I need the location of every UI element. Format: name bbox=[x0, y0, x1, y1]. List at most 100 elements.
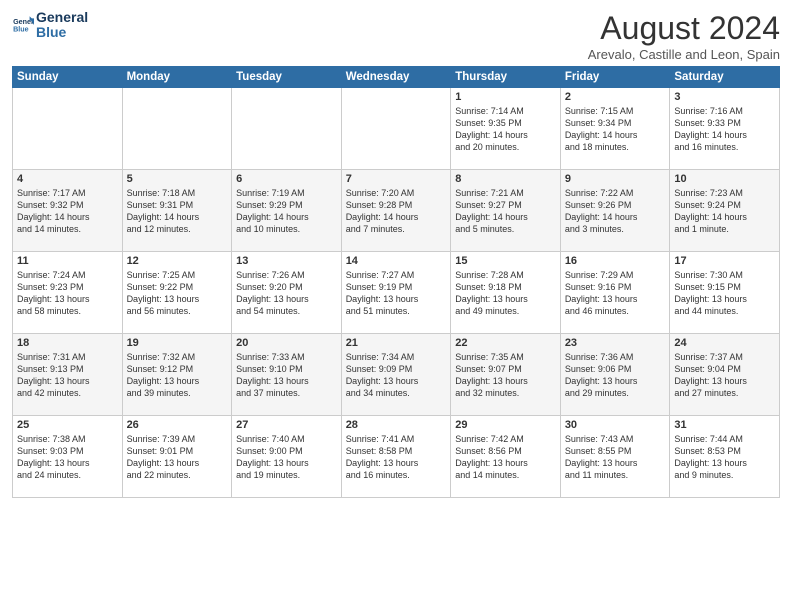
calendar-cell: 3Sunrise: 7:16 AM Sunset: 9:33 PM Daylig… bbox=[670, 88, 780, 170]
calendar-cell: 9Sunrise: 7:22 AM Sunset: 9:26 PM Daylig… bbox=[560, 170, 670, 252]
calendar-cell: 30 Sunrise: 7:43 AM Sunset: 8:55 PM Dayli… bbox=[560, 416, 670, 498]
day-info: Sunrise: 7:32 AM Sunset: 9:12 PM Dayligh… bbox=[127, 351, 228, 400]
logo-blue: Blue bbox=[36, 25, 88, 40]
day-info: Sunrise: 7:35 AM Sunset: 9:07 PM Dayligh… bbox=[455, 351, 556, 400]
calendar-cell: 18 Sunrise: 7:31 AM Sunset: 9:13 PM Dayli… bbox=[13, 334, 123, 416]
weekday-monday: Monday bbox=[122, 67, 232, 88]
day-number: 28 bbox=[346, 419, 447, 431]
calendar-cell: 24Sunrise: 7:37 AM Sunset: 9:04 PM Dayli… bbox=[670, 334, 780, 416]
calendar-cell: 31Sunrise: 7:44 AM Sunset: 8:53 PM Dayli… bbox=[670, 416, 780, 498]
header: General Blue General Blue August 2024 Ar… bbox=[12, 10, 780, 62]
day-number: 23 bbox=[565, 337, 666, 349]
day-info: Sunrise: 7:27 AM Sunset: 9:19 PM Dayligh… bbox=[346, 269, 447, 318]
calendar-cell: 10Sunrise: 7:23 AM Sunset: 9:24 PM Dayli… bbox=[670, 170, 780, 252]
weekday-sunday: Sunday bbox=[13, 67, 123, 88]
weekday-header-row: SundayMondayTuesdayWednesdayThursdayFrid… bbox=[13, 67, 780, 88]
title-area: August 2024 Arevalo, Castille and Leon, … bbox=[588, 10, 780, 62]
day-info: Sunrise: 7:23 AM Sunset: 9:24 PM Dayligh… bbox=[674, 187, 775, 236]
day-number: 11 bbox=[17, 255, 118, 267]
calendar-cell: 7 Sunrise: 7:20 AM Sunset: 9:28 PM Daylig… bbox=[341, 170, 451, 252]
day-info: Sunrise: 7:28 AM Sunset: 9:18 PM Dayligh… bbox=[455, 269, 556, 318]
calendar-cell: 25 Sunrise: 7:38 AM Sunset: 9:03 PM Dayli… bbox=[13, 416, 123, 498]
day-info: Sunrise: 7:39 AM Sunset: 9:01 PM Dayligh… bbox=[127, 433, 228, 482]
day-info: Sunrise: 7:14 AM Sunset: 9:35 PM Dayligh… bbox=[455, 105, 556, 154]
calendar-cell: 23 Sunrise: 7:36 AM Sunset: 9:06 PM Dayli… bbox=[560, 334, 670, 416]
logo-icon: General Blue bbox=[12, 14, 34, 36]
day-info: Sunrise: 7:15 AM Sunset: 9:34 PM Dayligh… bbox=[565, 105, 666, 154]
week-row-0: 1Sunrise: 7:14 AM Sunset: 9:35 PM Daylig… bbox=[13, 88, 780, 170]
calendar-cell bbox=[122, 88, 232, 170]
day-number: 17 bbox=[674, 255, 775, 267]
weekday-saturday: Saturday bbox=[670, 67, 780, 88]
calendar-cell: 11 Sunrise: 7:24 AM Sunset: 9:23 PM Dayli… bbox=[13, 252, 123, 334]
day-info: Sunrise: 7:26 AM Sunset: 9:20 PM Dayligh… bbox=[236, 269, 337, 318]
calendar-cell bbox=[13, 88, 123, 170]
calendar-body: 1Sunrise: 7:14 AM Sunset: 9:35 PM Daylig… bbox=[13, 88, 780, 498]
day-number: 15 bbox=[455, 255, 556, 267]
day-info: Sunrise: 7:21 AM Sunset: 9:27 PM Dayligh… bbox=[455, 187, 556, 236]
day-info: Sunrise: 7:20 AM Sunset: 9:28 PM Dayligh… bbox=[346, 187, 447, 236]
calendar-table: SundayMondayTuesdayWednesdayThursdayFrid… bbox=[12, 66, 780, 498]
day-number: 2 bbox=[565, 91, 666, 103]
day-info: Sunrise: 7:17 AM Sunset: 9:32 PM Dayligh… bbox=[17, 187, 118, 236]
day-number: 31 bbox=[674, 419, 775, 431]
weekday-thursday: Thursday bbox=[451, 67, 561, 88]
calendar-cell: 14 Sunrise: 7:27 AM Sunset: 9:19 PM Dayli… bbox=[341, 252, 451, 334]
day-number: 30 bbox=[565, 419, 666, 431]
day-info: Sunrise: 7:43 AM Sunset: 8:55 PM Dayligh… bbox=[565, 433, 666, 482]
calendar-cell: 4 Sunrise: 7:17 AM Sunset: 9:32 PM Daylig… bbox=[13, 170, 123, 252]
calendar-cell: 26 Sunrise: 7:39 AM Sunset: 9:01 PM Dayli… bbox=[122, 416, 232, 498]
calendar-cell: 21 Sunrise: 7:34 AM Sunset: 9:09 PM Dayli… bbox=[341, 334, 451, 416]
calendar-header: SundayMondayTuesdayWednesdayThursdayFrid… bbox=[13, 67, 780, 88]
day-info: Sunrise: 7:29 AM Sunset: 9:16 PM Dayligh… bbox=[565, 269, 666, 318]
calendar-cell: 16 Sunrise: 7:29 AM Sunset: 9:16 PM Dayli… bbox=[560, 252, 670, 334]
day-info: Sunrise: 7:38 AM Sunset: 9:03 PM Dayligh… bbox=[17, 433, 118, 482]
day-number: 7 bbox=[346, 173, 447, 185]
day-number: 3 bbox=[674, 91, 775, 103]
day-number: 19 bbox=[127, 337, 228, 349]
day-info: Sunrise: 7:19 AM Sunset: 9:29 PM Dayligh… bbox=[236, 187, 337, 236]
week-row-1: 4 Sunrise: 7:17 AM Sunset: 9:32 PM Daylig… bbox=[13, 170, 780, 252]
day-number: 21 bbox=[346, 337, 447, 349]
weekday-tuesday: Tuesday bbox=[232, 67, 342, 88]
day-number: 12 bbox=[127, 255, 228, 267]
day-info: Sunrise: 7:33 AM Sunset: 9:10 PM Dayligh… bbox=[236, 351, 337, 400]
calendar-cell: 28Sunrise: 7:41 AM Sunset: 8:58 PM Dayli… bbox=[341, 416, 451, 498]
calendar-cell: 15 Sunrise: 7:28 AM Sunset: 9:18 PM Dayli… bbox=[451, 252, 561, 334]
day-number: 4 bbox=[17, 173, 118, 185]
day-info: Sunrise: 7:31 AM Sunset: 9:13 PM Dayligh… bbox=[17, 351, 118, 400]
calendar-cell: 19 Sunrise: 7:32 AM Sunset: 9:12 PM Dayli… bbox=[122, 334, 232, 416]
day-number: 25 bbox=[17, 419, 118, 431]
day-info: Sunrise: 7:22 AM Sunset: 9:26 PM Dayligh… bbox=[565, 187, 666, 236]
weekday-friday: Friday bbox=[560, 67, 670, 88]
calendar-cell: 2 Sunrise: 7:15 AM Sunset: 9:34 PM Daylig… bbox=[560, 88, 670, 170]
day-number: 18 bbox=[17, 337, 118, 349]
day-info: Sunrise: 7:18 AM Sunset: 9:31 PM Dayligh… bbox=[127, 187, 228, 236]
calendar-cell: 8Sunrise: 7:21 AM Sunset: 9:27 PM Daylig… bbox=[451, 170, 561, 252]
calendar-cell: 17Sunrise: 7:30 AM Sunset: 9:15 PM Dayli… bbox=[670, 252, 780, 334]
subtitle: Arevalo, Castille and Leon, Spain bbox=[588, 47, 780, 62]
calendar-cell: 29Sunrise: 7:42 AM Sunset: 8:56 PM Dayli… bbox=[451, 416, 561, 498]
page-container: General Blue General Blue August 2024 Ar… bbox=[0, 0, 792, 504]
day-number: 29 bbox=[455, 419, 556, 431]
calendar-cell: 1Sunrise: 7:14 AM Sunset: 9:35 PM Daylig… bbox=[451, 88, 561, 170]
calendar-cell: 27Sunrise: 7:40 AM Sunset: 9:00 PM Dayli… bbox=[232, 416, 342, 498]
day-info: Sunrise: 7:36 AM Sunset: 9:06 PM Dayligh… bbox=[565, 351, 666, 400]
day-info: Sunrise: 7:34 AM Sunset: 9:09 PM Dayligh… bbox=[346, 351, 447, 400]
calendar-cell: 5 Sunrise: 7:18 AM Sunset: 9:31 PM Daylig… bbox=[122, 170, 232, 252]
logo-general: General bbox=[36, 10, 88, 25]
calendar-cell: 13 Sunrise: 7:26 AM Sunset: 9:20 PM Dayli… bbox=[232, 252, 342, 334]
day-number: 24 bbox=[674, 337, 775, 349]
day-info: Sunrise: 7:24 AM Sunset: 9:23 PM Dayligh… bbox=[17, 269, 118, 318]
day-number: 13 bbox=[236, 255, 337, 267]
calendar-cell bbox=[341, 88, 451, 170]
week-row-3: 18 Sunrise: 7:31 AM Sunset: 9:13 PM Dayli… bbox=[13, 334, 780, 416]
day-number: 6 bbox=[236, 173, 337, 185]
week-row-4: 25 Sunrise: 7:38 AM Sunset: 9:03 PM Dayli… bbox=[13, 416, 780, 498]
day-number: 20 bbox=[236, 337, 337, 349]
day-number: 14 bbox=[346, 255, 447, 267]
day-number: 5 bbox=[127, 173, 228, 185]
day-info: Sunrise: 7:40 AM Sunset: 9:00 PM Dayligh… bbox=[236, 433, 337, 482]
day-number: 26 bbox=[127, 419, 228, 431]
day-number: 16 bbox=[565, 255, 666, 267]
